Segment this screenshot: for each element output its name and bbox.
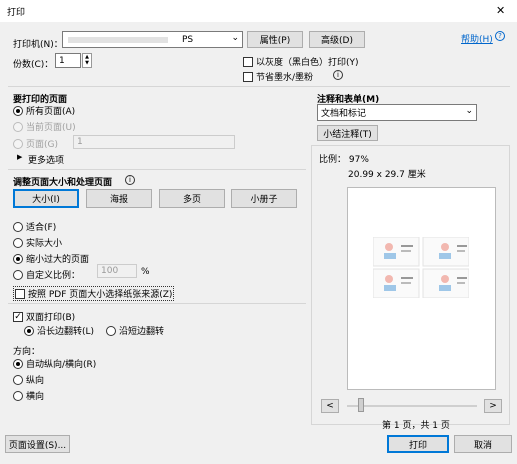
radio-dot	[13, 358, 23, 369]
radio-dot	[13, 105, 23, 116]
separator	[8, 303, 306, 304]
radio-dot	[13, 138, 23, 149]
page-slider-thumb[interactable]	[358, 398, 364, 412]
duplex-checkbox[interactable]: ✓ 双面打印(B)	[13, 310, 75, 323]
info-icon[interactable]: i	[333, 70, 343, 80]
long-edge-label: 沿长边翻转(L)	[37, 327, 95, 337]
actual-size-label: 实际大小	[26, 239, 63, 249]
preview-scale: 比例： 97%	[319, 155, 369, 165]
radio-dot	[13, 374, 23, 385]
preview-paper-size: 20.99 x 29.7 厘米	[348, 170, 426, 180]
next-page-button[interactable]: >	[484, 399, 502, 413]
advanced-button[interactable]: 高级(D)	[309, 31, 365, 48]
short-edge-label: 沿短边翻转	[119, 327, 165, 337]
fit-label: 适合(F)	[26, 223, 57, 233]
comments-forms-select[interactable]: 文档和标记 ⌄	[317, 104, 477, 121]
cancel-button[interactable]: 取消	[454, 435, 512, 453]
portrait-label: 纵向	[26, 376, 45, 386]
copies-label: 份数(C)：	[13, 60, 54, 70]
auto-orientation-radio[interactable]: 自动纵向/横向(R)	[13, 357, 96, 370]
close-icon[interactable]: ✕	[496, 4, 505, 17]
current-page-label: 当前页面(U)	[26, 123, 76, 133]
radio-dot	[13, 269, 23, 280]
comments-forms-value: 文档和标记	[321, 109, 367, 119]
landscape-radio[interactable]: 横向	[13, 389, 44, 402]
radio-dot	[13, 390, 23, 401]
radio-dot	[13, 253, 23, 264]
page-slider-track[interactable]	[347, 405, 477, 407]
tab-multiple[interactable]: 多页	[159, 189, 225, 208]
copies-value: 1	[59, 55, 65, 66]
more-options-toggle[interactable]: 更多选项	[28, 153, 64, 166]
print-button[interactable]: 打印	[387, 435, 449, 453]
copies-input[interactable]: 1	[55, 53, 81, 68]
radio-dot	[13, 237, 23, 248]
page-setup-button[interactable]: 页面设置(S)...	[5, 435, 70, 453]
checkmark-icon: ✓	[13, 311, 23, 322]
save-ink-box	[243, 71, 253, 82]
shrink-oversized-label: 缩小过大的页面	[26, 255, 90, 265]
tab-booklet[interactable]: 小册子	[231, 189, 297, 208]
page-status: 第 1 页，共 1 页	[382, 421, 450, 431]
orientation-heading: 方向：	[13, 347, 41, 357]
grayscale-box	[243, 56, 253, 67]
radio-dot	[24, 325, 34, 336]
size-handling-heading: 调整页面大小和处理页面	[13, 178, 113, 188]
properties-button[interactable]: 属性(P)	[247, 31, 303, 48]
pages-label: 页面(G)	[26, 140, 58, 150]
separator	[8, 86, 510, 87]
window-title: 打印	[7, 8, 26, 18]
summarize-comments-button[interactable]: 小结注释(T)	[317, 125, 378, 141]
short-edge-radio[interactable]: 沿短边翻转	[106, 324, 164, 337]
triangle-right-icon[interactable]: ▶	[17, 153, 22, 161]
tab-size[interactable]: 大小(I)	[13, 189, 79, 208]
all-pages-radio[interactable]: 所有页面(A)	[13, 104, 75, 117]
portrait-radio[interactable]: 纵向	[13, 373, 44, 386]
printer-select[interactable]: PS ⌄	[62, 31, 243, 48]
pages-radio[interactable]: 页面(G)	[13, 137, 58, 150]
help-link[interactable]: 帮助(H)	[461, 32, 493, 45]
pages-range-value: 1	[77, 137, 83, 147]
shrink-oversized-radio[interactable]: 缩小过大的页面	[13, 252, 89, 265]
grayscale-checkbox[interactable]: 以灰度（黑白色）打印(Y)	[243, 55, 359, 68]
all-pages-label: 所有页面(A)	[26, 107, 76, 117]
title-bar: 打印 ✕	[0, 0, 517, 22]
custom-scale-radio[interactable]: 自定义比例：	[13, 268, 80, 281]
duplex-label: 双面打印(B)	[26, 313, 76, 323]
chevron-down-icon: ⌄	[231, 33, 239, 43]
separator	[8, 169, 306, 170]
printer-name-redacted	[68, 36, 168, 43]
preview-content-thumbnail	[372, 236, 470, 299]
tab-poster[interactable]: 海报	[86, 189, 152, 208]
prev-page-button[interactable]: <	[321, 399, 339, 413]
preview-page	[347, 187, 496, 390]
save-ink-checkbox[interactable]: 节省墨水/墨粉	[243, 70, 313, 83]
chevron-down-icon: ⌄	[465, 106, 473, 116]
radio-dot	[106, 325, 116, 336]
pages-range-input[interactable]: 1	[73, 135, 235, 149]
radio-dot	[13, 121, 23, 132]
radio-dot	[13, 221, 23, 232]
current-page-radio[interactable]: 当前页面(U)	[13, 120, 76, 133]
save-ink-label: 节省墨水/墨粉	[256, 73, 314, 83]
long-edge-radio[interactable]: 沿长边翻转(L)	[24, 324, 94, 337]
grayscale-label: 以灰度（黑白色）打印(Y)	[256, 58, 359, 68]
preview-panel: 比例： 97% 20.99 x 29.7 厘米 < > 第 1 页，共 1 页	[311, 145, 510, 431]
copies-stepper[interactable]: ▲ ▼	[82, 53, 92, 68]
info-icon[interactable]: i	[125, 175, 135, 185]
custom-scale-label: 自定义比例：	[26, 271, 81, 281]
printer-label: 打印机(N)：	[13, 40, 63, 50]
paper-source-box	[15, 288, 25, 299]
help-icon[interactable]: ?	[495, 31, 505, 41]
paper-source-label: 按照 PDF 页面大小选择纸张来源(Z)	[28, 290, 173, 300]
custom-scale-value: 100	[101, 266, 119, 276]
paper-source-checkbox[interactable]: 按照 PDF 页面大小选择纸张来源(Z)	[13, 286, 175, 301]
landscape-label: 横向	[26, 392, 45, 402]
fit-radio[interactable]: 适合(F)	[13, 220, 56, 233]
actual-size-radio[interactable]: 实际大小	[13, 236, 62, 249]
auto-orientation-label: 自动纵向/横向(R)	[26, 360, 97, 370]
custom-scale-input[interactable]: 100	[97, 264, 137, 278]
percent-label: %	[141, 267, 150, 277]
printer-name: PS	[182, 34, 194, 45]
